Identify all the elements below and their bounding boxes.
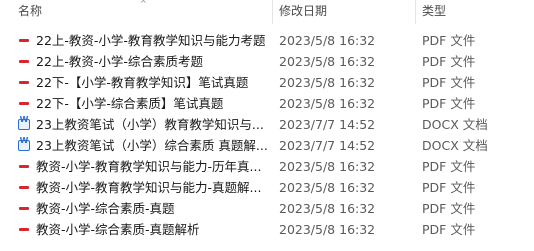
file-type: PDF 文件 xyxy=(422,201,476,216)
file-name: 22下-【小学-综合素质】笔试真题 xyxy=(36,96,224,111)
file-date: 2023/7/7 14:52 xyxy=(279,117,376,132)
file-type: PDF 文件 xyxy=(422,180,476,195)
sort-arrow-icon[interactable]: ^ xyxy=(140,0,147,8)
pdf-file-icon xyxy=(18,203,30,214)
file-name: 教资-小学-综合素质-真题 xyxy=(36,201,175,216)
column-header-type[interactable]: 类型 xyxy=(422,4,446,18)
file-row[interactable]: 教资-小学-教育教学知识与能力-真题解... 2023/5/8 16:32 PD… xyxy=(0,177,534,198)
file-row[interactable]: W 23上教资笔试（小学）综合素质 真题解... 2023/7/7 14:52 … xyxy=(0,135,534,156)
file-name: 23上教资笔试（小学）教育教学知识与... xyxy=(36,117,264,132)
docx-file-icon: W xyxy=(18,115,30,130)
file-type: PDF 文件 xyxy=(422,33,476,48)
file-date: 2023/5/8 16:32 xyxy=(279,159,376,174)
pdf-file-icon xyxy=(18,56,30,67)
file-name: 教资-小学-综合素质-真题解析 xyxy=(36,222,200,237)
file-row[interactable]: 22上-教资-小学-综合素质考题 2023/5/8 16:32 PDF 文件 xyxy=(0,51,534,72)
pdf-file-icon xyxy=(18,77,30,88)
file-name: 22上-教资-小学-教育教学知识与能力考题 xyxy=(36,33,266,48)
file-date: 2023/5/8 16:32 xyxy=(279,180,376,195)
pdf-file-icon xyxy=(18,98,30,109)
file-row[interactable]: W 23上教资笔试（小学）教育教学知识与... 2023/7/7 14:52 D… xyxy=(0,114,534,135)
column-header: ^ 名称 修改日期 类型 xyxy=(0,0,534,26)
column-divider[interactable] xyxy=(415,0,416,24)
file-row[interactable]: 22下-【小学-教育教学知识】笔试真题 2023/5/8 16:32 PDF 文… xyxy=(0,72,534,93)
file-name: 22下-【小学-教育教学知识】笔试真题 xyxy=(36,75,249,90)
file-date: 2023/5/8 16:32 xyxy=(279,201,376,216)
file-type: PDF 文件 xyxy=(422,75,476,90)
pdf-file-icon xyxy=(18,161,30,172)
pdf-file-icon xyxy=(18,35,30,46)
file-explorer: ^ 名称 修改日期 类型 22上-教资-小学-教育教学知识与能力考题 2023/… xyxy=(0,0,534,251)
file-type: PDF 文件 xyxy=(422,96,476,111)
file-type: PDF 文件 xyxy=(422,222,476,237)
file-type: DOCX 文档 xyxy=(422,138,488,153)
file-name: 教资-小学-教育教学知识与能力-历年真... xyxy=(36,159,262,174)
file-row[interactable]: 教资-小学-综合素质-真题解析 2023/5/8 16:32 PDF 文件 xyxy=(0,219,534,240)
column-header-date[interactable]: 修改日期 xyxy=(279,4,327,18)
pdf-file-icon xyxy=(18,224,30,235)
file-name: 22上-教资-小学-综合素质考题 xyxy=(36,54,203,69)
pdf-file-icon xyxy=(18,182,30,193)
file-type: PDF 文件 xyxy=(422,159,476,174)
docx-file-icon: W xyxy=(18,136,30,151)
file-row[interactable]: 22上-教资-小学-教育教学知识与能力考题 2023/5/8 16:32 PDF… xyxy=(0,30,534,51)
file-row[interactable]: 教资-小学-综合素质-真题 2023/5/8 16:32 PDF 文件 xyxy=(0,198,534,219)
file-date: 2023/5/8 16:32 xyxy=(279,222,376,237)
file-type: PDF 文件 xyxy=(422,54,476,69)
column-divider[interactable] xyxy=(272,0,273,24)
file-row[interactable]: 22下-【小学-综合素质】笔试真题 2023/5/8 16:32 PDF 文件 xyxy=(0,93,534,114)
file-date: 2023/5/8 16:32 xyxy=(279,75,376,90)
file-list: 22上-教资-小学-教育教学知识与能力考题 2023/5/8 16:32 PDF… xyxy=(0,30,534,240)
file-date: 2023/7/7 14:52 xyxy=(279,138,376,153)
column-header-name[interactable]: 名称 xyxy=(18,4,42,18)
file-date: 2023/5/8 16:32 xyxy=(279,54,376,69)
file-date: 2023/5/8 16:32 xyxy=(279,33,376,48)
file-type: DOCX 文档 xyxy=(422,117,488,132)
file-row[interactable]: 教资-小学-教育教学知识与能力-历年真... 2023/5/8 16:32 PD… xyxy=(0,156,534,177)
file-name: 23上教资笔试（小学）综合素质 真题解... xyxy=(36,138,268,153)
file-name: 教资-小学-教育教学知识与能力-真题解... xyxy=(36,180,262,195)
file-date: 2023/5/8 16:32 xyxy=(279,96,376,111)
